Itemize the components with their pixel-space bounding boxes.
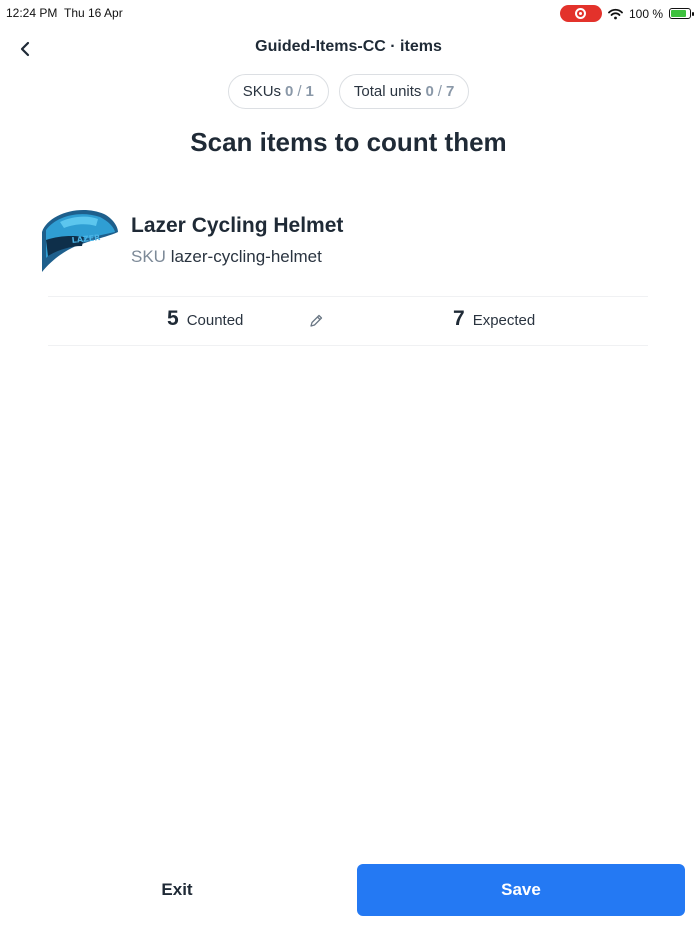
- screen-record-icon[interactable]: [559, 5, 602, 22]
- scan-instruction-heading: Scan items to count them: [190, 127, 507, 157]
- save-button[interactable]: Save: [357, 864, 685, 916]
- status-time: 12:24 PM: [6, 6, 58, 20]
- units-counter-count: 0: [425, 83, 434, 100]
- expected-label: Expected: [472, 312, 536, 329]
- sku-value: lazer-cycling-helmet: [170, 247, 322, 266]
- counted-cell: 5 Counted: [167, 307, 243, 331]
- pencil-icon[interactable]: [308, 313, 324, 329]
- battery-charging-icon: [669, 8, 694, 19]
- expected-value: 7: [453, 307, 465, 330]
- wifi-icon: [608, 8, 623, 19]
- exit-button[interactable]: Exit: [12, 864, 342, 916]
- status-date: Thu 16 Apr: [64, 6, 123, 20]
- count-row: 5 Counted 7 Expected: [48, 296, 648, 346]
- product-name: Lazer Cycling Helmet: [131, 214, 344, 237]
- sku-counter-count: 0: [285, 83, 294, 100]
- guided-count-screen: 12:24 PM Thu 16 Apr 100 % Guided-Items-C…: [0, 0, 697, 931]
- product-image: LAZER: [42, 210, 118, 272]
- counted-value: 5: [167, 307, 179, 330]
- sku-counter-chip: SKUs 0 / 1: [227, 74, 329, 109]
- status-bar: 12:24 PM Thu 16 Apr 100 %: [0, 0, 697, 26]
- status-indicators: 100 %: [559, 5, 694, 22]
- product-sku: SKU lazer-cycling-helmet: [131, 247, 322, 267]
- sku-counter-total: 1: [305, 83, 314, 100]
- progress-counters: SKUs 0 / 1 Total units 0 / 7: [0, 74, 697, 109]
- svg-text:LAZER: LAZER: [71, 233, 101, 245]
- sku-counter-label: SKUs: [242, 83, 282, 100]
- battery-percent: 100 %: [628, 6, 663, 21]
- expected-cell: 7 Expected: [453, 307, 535, 331]
- units-counter-total: 7: [445, 83, 455, 100]
- units-counter-separator: /: [437, 83, 442, 100]
- units-counter-chip: Total units 0 / 7: [338, 74, 470, 109]
- units-counter-label: Total units: [353, 83, 422, 100]
- page-title: Guided-Items-CC · items: [255, 38, 442, 55]
- counted-label: Counted: [186, 312, 244, 329]
- sku-label: SKU: [131, 247, 166, 266]
- sku-counter-separator: /: [297, 83, 302, 100]
